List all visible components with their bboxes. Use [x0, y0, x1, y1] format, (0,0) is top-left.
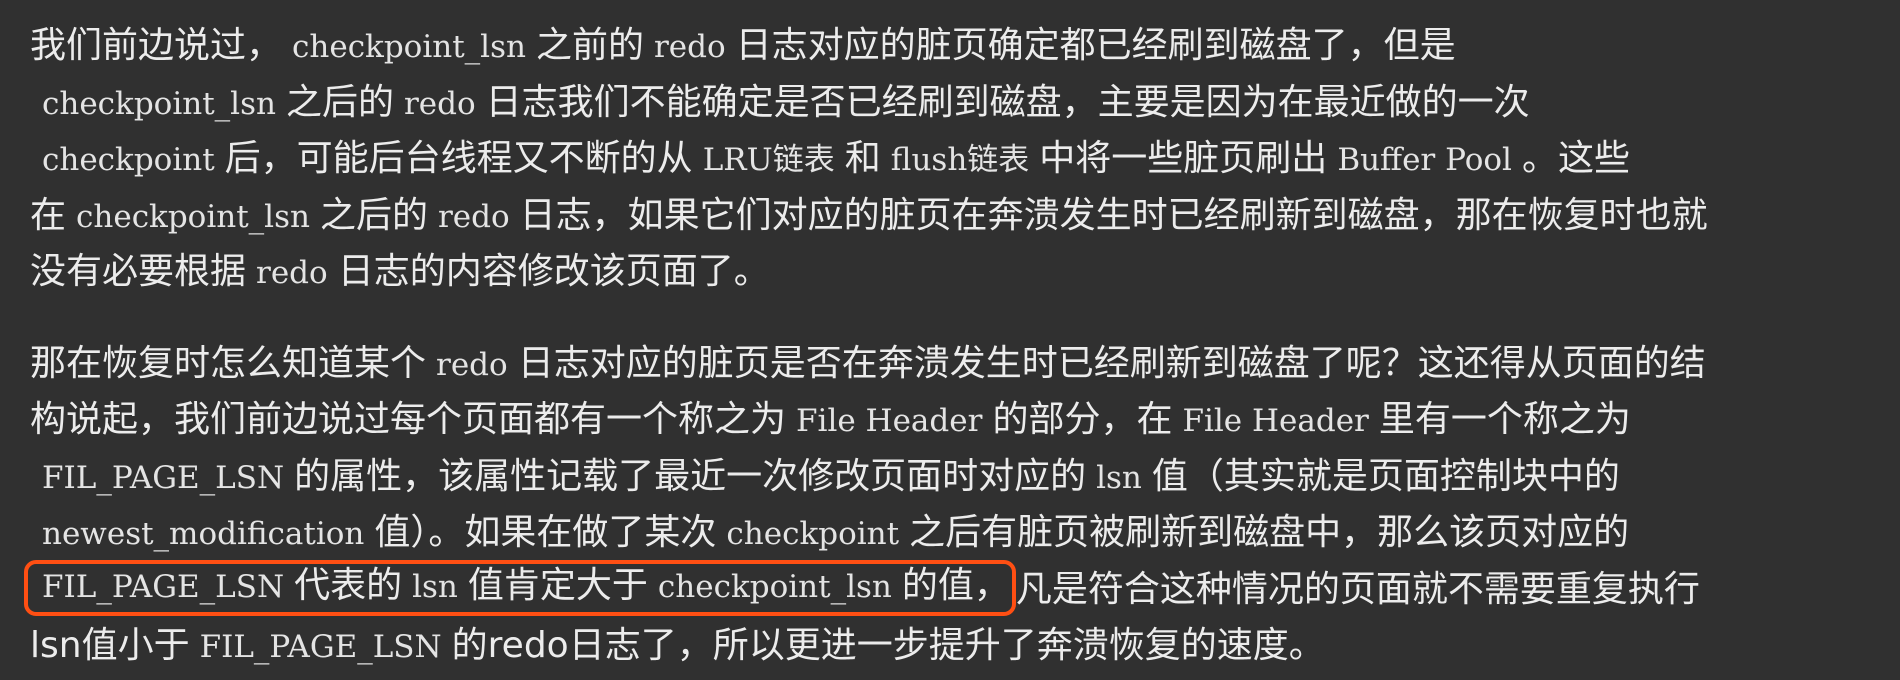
text-run: 值（其实就是页面控制块中的	[1151, 455, 1620, 497]
code-run: flush链表	[890, 142, 1030, 178]
code-run: checkpoint	[42, 142, 215, 178]
paragraph-2-line-2: 构说起，我们前边说过每个页面都有一个称之为 File Header 的部分，在 Fil…	[30, 392, 1900, 449]
text-run: 日志对应的脏页是否在奔溃发生时已经刷新到磁盘了呢？这还得从页面的结	[517, 342, 1706, 384]
text-run: 里有一个称之为	[1378, 399, 1631, 440]
text-run: 日志我们不能确定是否已经刷到磁盘，主要是因为在最近做的一次	[485, 81, 1530, 123]
text-run: 中将一些脏页刷出	[1039, 138, 1328, 179]
text-run: 我们前边说过，	[30, 25, 283, 66]
code-run: FIL_PAGE_LSN	[199, 629, 442, 665]
code-run: File Header	[1182, 403, 1369, 439]
text-run: lsn值小于	[30, 625, 190, 666]
paragraph-1-line-2: checkpoint_lsn 之后的 redo 日志我们不能确定是否已经刷到磁盘，主要…	[30, 75, 1900, 132]
text-run: 日志，如果它们对应的脏页在奔溃发生时已经刷新到磁盘，那在恢复时也就	[519, 194, 1708, 236]
text-run: 。这些	[1521, 138, 1630, 179]
text-run: 在	[30, 194, 67, 236]
code-run: redo	[436, 346, 508, 383]
code-run: Buffer Pool	[1337, 142, 1512, 178]
paragraph-1-line-3: checkpoint 后，可能后台线程又不断的从 LRU链表和 flush链表 中将一些…	[30, 131, 1900, 188]
code-run: redo	[653, 29, 726, 65]
paragraph-1: 我们前边说过， checkpoint_lsn 之前的 redo 日志对应的脏页确定都已经…	[30, 18, 1900, 301]
code-run: checkpoint	[726, 516, 900, 552]
paragraph-2-line-4: newest_modification 值）。如果在做了某次 checkpoint 之…	[30, 505, 1900, 562]
code-run: lsn	[412, 568, 458, 605]
code-run: FIL_PAGE_LSN	[42, 568, 285, 605]
code-run: redo	[256, 255, 328, 291]
text-run: 构说起，我们前边说过每个页面都有一个称之为	[30, 399, 787, 440]
text-run: 代表的	[294, 564, 403, 606]
text-run: 的值，	[901, 564, 1010, 606]
paragraph-2: 那在恢复时怎么知道某个 redo 日志对应的脏页是否在奔溃发生时已经刷新到磁盘了呢？…	[24, 336, 1900, 675]
text-run: 之后的	[285, 81, 394, 123]
text-run: 的redo日志了，所以更进一步提升了奔溃恢复的速度。	[451, 625, 1325, 666]
text-run: 值肯定大于	[467, 564, 648, 606]
code-run: lsn	[1096, 459, 1142, 496]
paragraph-2-line-1: 那在恢复时怎么知道某个 redo 日志对应的脏页是否在奔溃发生时已经刷新到磁盘了呢？…	[30, 336, 1900, 393]
code-run: newest_modification	[42, 516, 365, 552]
text-run: 的部分，在	[992, 399, 1173, 440]
code-run: checkpoint_lsn	[76, 198, 310, 235]
text-run: 日志对应的脏页确定都已经刷到磁盘了，但是	[735, 25, 1456, 66]
text-run: 没有必要根据	[30, 251, 247, 292]
code-run: redo	[437, 198, 510, 235]
code-run: checkpoint_lsn	[42, 85, 276, 122]
code-run: redo	[403, 85, 476, 122]
document-body: 我们前边说过， checkpoint_lsn 之前的 redo 日志对应的脏页确定都已经…	[24, 18, 1900, 675]
paragraph-1-line-1: 我们前边说过， checkpoint_lsn 之前的 redo 日志对应的脏页确定都已经…	[30, 18, 1900, 75]
code-run: File Header	[796, 403, 983, 439]
text-run: 的属性，该属性记载了最近一次修改页面时对应的	[294, 455, 1087, 497]
paragraph-1-line-4: 在 checkpoint_lsn 之后的 redo 日志，如果它们对应的脏页在奔溃发生时…	[30, 188, 1900, 245]
text-run: 值）。如果在做了某次	[374, 512, 717, 553]
code-run: checkpoint_lsn	[657, 568, 892, 605]
paragraph-2-line-5: FIL_PAGE_LSN 代表的 lsn 值肯定大于 checkpoint_lsn 的值，…	[24, 559, 1900, 619]
code-run: LRU链表	[702, 142, 835, 178]
paragraph-2-line-6: lsn值小于 FIL_PAGE_LSN 的redo日志了，所以更进一步提升了奔溃恢复…	[30, 618, 1900, 675]
text-run: 之后的	[319, 194, 428, 236]
code-run: checkpoint_lsn	[292, 29, 526, 65]
text-run: 之后有脏页被刷新到磁盘中，那么该页对应的	[909, 512, 1630, 553]
text-run: 之前的	[535, 25, 644, 66]
code-run: FIL_PAGE_LSN	[42, 459, 285, 496]
paragraph-2-line-3: FIL_PAGE_LSN 的属性，该属性记载了最近一次修改页面时对应的 lsn 值（其…	[30, 449, 1900, 506]
text-run: 和	[844, 138, 881, 179]
text-run: 那在恢复时怎么知道某个	[30, 342, 427, 384]
highlight-box: FIL_PAGE_LSN 代表的 lsn 值肯定大于 checkpoint_lsn 的值，	[24, 559, 1016, 616]
text-run: 凡是符合这种情况的页面就不需要重复执行	[1015, 568, 1700, 610]
text-run: 后，可能后台线程又不断的从	[224, 138, 693, 179]
paragraph-1-line-5: 没有必要根据 redo 日志的内容修改该页面了。	[30, 244, 1900, 301]
text-run: 日志的内容修改该页面了。	[337, 251, 770, 292]
